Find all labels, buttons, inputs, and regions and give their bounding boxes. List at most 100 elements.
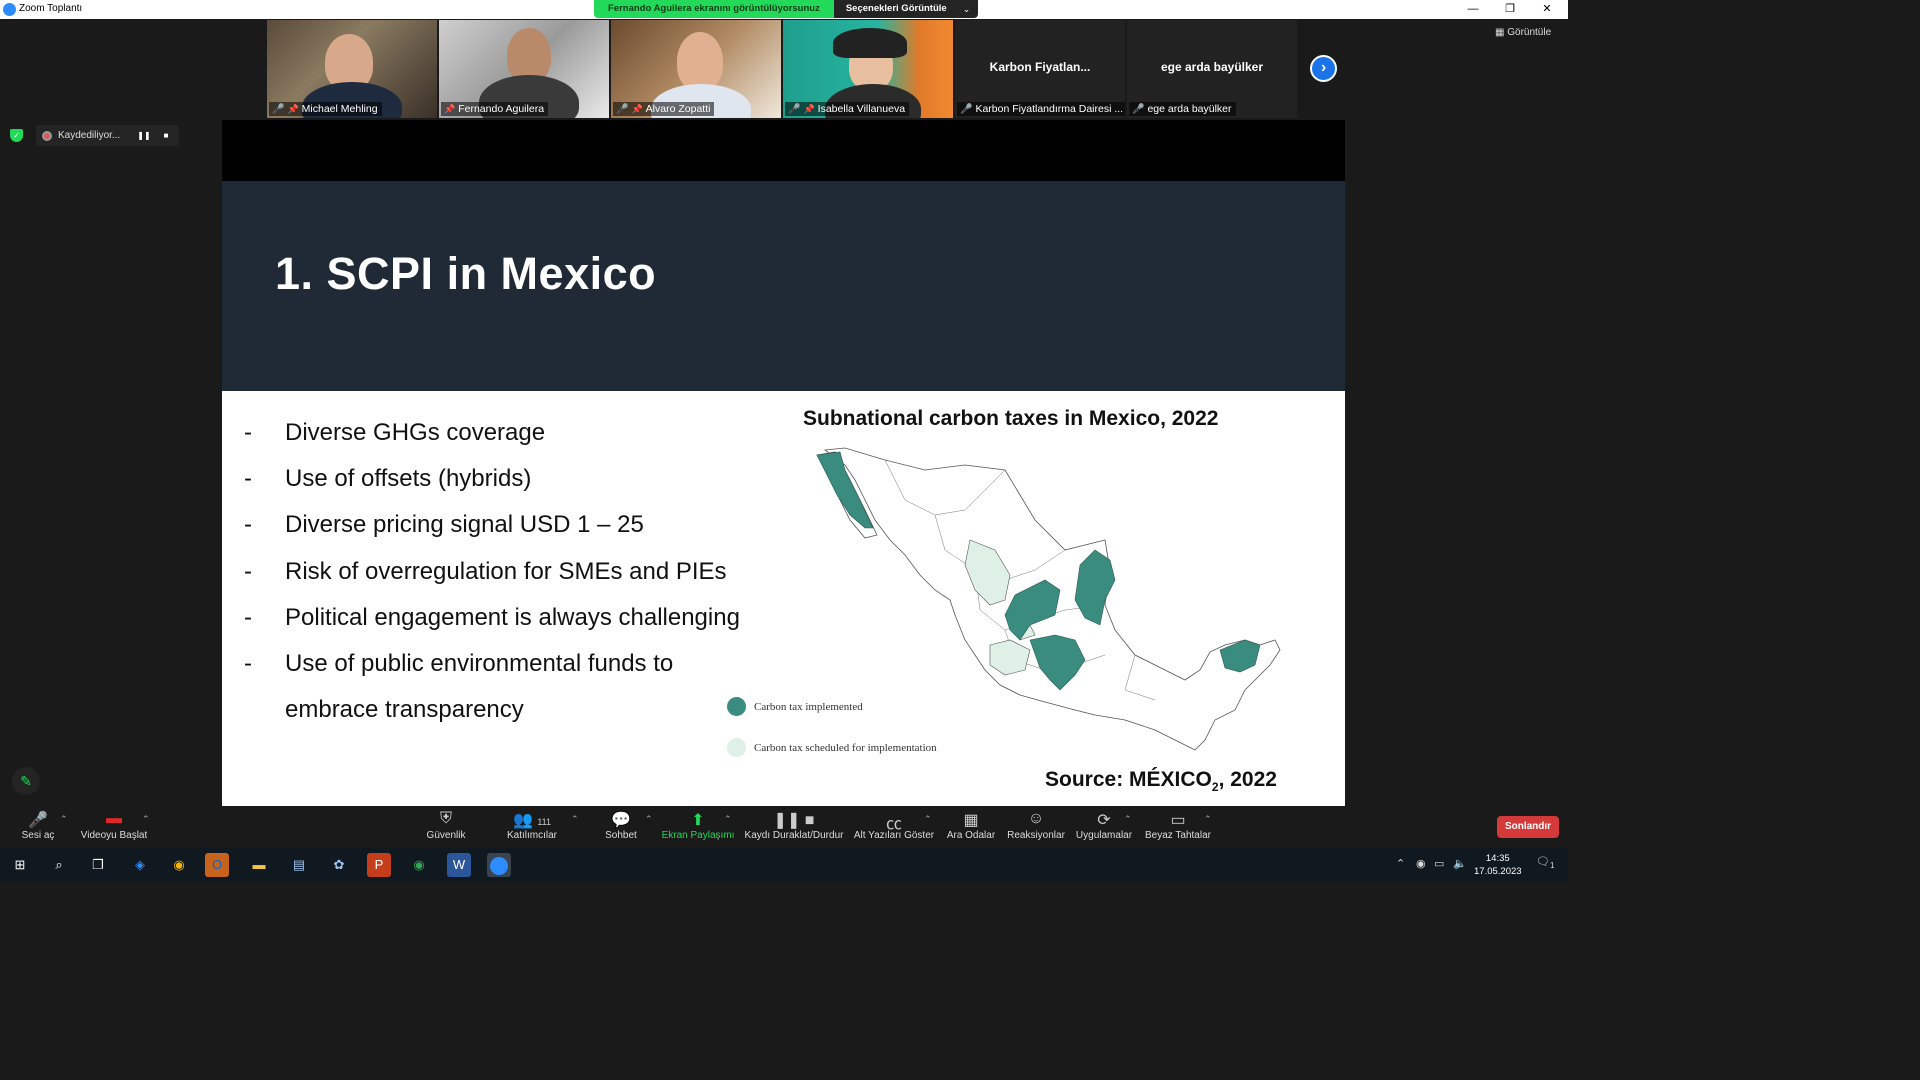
participant-tile-active-speaker[interactable]: 📌 Fernando Aguilera bbox=[439, 20, 609, 118]
participants-button[interactable]: 👥 111 Katılımcılar bbox=[500, 810, 564, 841]
participant-name: Michael Mehling bbox=[301, 103, 378, 115]
list-item: - Diverse GHGs coverage bbox=[244, 410, 804, 456]
chevron-up-icon[interactable]: ⌃ bbox=[571, 814, 579, 825]
chat-icon: 💬 bbox=[611, 812, 631, 829]
security-button[interactable]: ⛨ Güvenlik bbox=[422, 810, 470, 841]
unmute-button[interactable]: 🎤 Sesi aç bbox=[18, 810, 58, 841]
mic-off-icon: 🎤 bbox=[272, 103, 285, 115]
meeting-toolbar: 🎤 Sesi aç ⌃ ▬ Videoyu Başlat ⌃ ⛨ Güvenlik 👥… bbox=[0, 806, 1568, 848]
zoom-logo-icon bbox=[3, 3, 16, 16]
chat-button[interactable]: 💬 Sohbet bbox=[598, 810, 644, 841]
participant-display-name: ege arda bayülker bbox=[1160, 60, 1264, 74]
source-suffix: , 2022 bbox=[1218, 768, 1277, 791]
record-label: Kaydı Duraklat/Durdur bbox=[744, 830, 844, 841]
shield-icon: ⛨ bbox=[439, 810, 452, 827]
task-view-icon[interactable]: ❐ bbox=[86, 853, 110, 877]
legend-item: Carbon tax implemented bbox=[727, 697, 863, 716]
app-icon[interactable]: ✿ bbox=[327, 853, 351, 877]
close-button[interactable]: ✕ bbox=[1529, 1, 1565, 17]
network-icon[interactable]: ▭ bbox=[1434, 857, 1444, 870]
chevron-up-icon[interactable]: ⌃ bbox=[142, 814, 150, 825]
legend-item: Carbon tax scheduled for implementation bbox=[727, 738, 937, 757]
participant-face bbox=[507, 28, 551, 82]
word-icon[interactable]: W bbox=[447, 853, 471, 877]
search-icon[interactable]: ⌕ bbox=[47, 853, 71, 877]
file-explorer-icon[interactable]: ▬ bbox=[247, 853, 271, 877]
participant-tile[interactable]: 🎤 📌 Alvaro Zopatti bbox=[611, 20, 781, 118]
mic-off-icon: 🎤 bbox=[28, 812, 48, 829]
participant-name: Fernando Aguilera bbox=[458, 103, 545, 115]
start-video-button[interactable]: ▬ Videoyu Başlat bbox=[78, 810, 150, 841]
record-dot-icon bbox=[42, 130, 52, 141]
participants-count: 111 bbox=[537, 817, 552, 827]
chevron-up-icon[interactable]: ⌃ bbox=[1124, 814, 1132, 825]
participant-tile[interactable]: Karbon Fiyatlan... 🎤 Karbon Fiyatlandırma… bbox=[955, 20, 1125, 118]
bullet-text: Use of public environmental funds to bbox=[285, 650, 674, 678]
restore-button[interactable]: ❐ bbox=[1492, 1, 1528, 17]
bullet-dash: - bbox=[244, 419, 252, 447]
list-item: - Risk of overregulation for SMEs and PIE… bbox=[244, 549, 804, 595]
participant-tile[interactable]: 🎤 📌 Michael Mehling bbox=[267, 20, 437, 118]
bullet-dash: - bbox=[244, 603, 252, 631]
pause-recording-button[interactable]: ❚❚ bbox=[136, 131, 152, 140]
bullet-dash: - bbox=[244, 650, 252, 678]
legend-label: Carbon tax implemented bbox=[754, 700, 863, 713]
legend-swatch bbox=[727, 697, 746, 716]
notification-count: 1 bbox=[1549, 861, 1555, 871]
notepad-icon[interactable]: ▤ bbox=[287, 853, 311, 877]
app-icon[interactable]: ◈ bbox=[128, 853, 152, 877]
list-item: - Use of public environmental funds to bbox=[244, 641, 804, 687]
mic-off-icon: 🎤 bbox=[616, 103, 629, 115]
participant-name: Karbon Fiyatlandırma Dairesi ... bbox=[975, 103, 1124, 115]
zoom-taskbar-icon[interactable] bbox=[487, 853, 511, 877]
windows-start-icon[interactable]: ⊞ bbox=[8, 853, 32, 877]
bullet-dash: - bbox=[244, 511, 252, 539]
taskbar-clock[interactable]: 14:35 17.05.2023 bbox=[1474, 852, 1522, 878]
chevron-up-icon[interactable]: ⌃ bbox=[924, 814, 932, 825]
slide-top-bar bbox=[222, 120, 1345, 181]
view-button[interactable]: ▦ Görüntüle bbox=[1495, 27, 1551, 38]
chevron-up-icon[interactable]: ⌃ bbox=[1204, 814, 1212, 825]
whiteboards-label: Beyaz Tahtalar bbox=[1145, 830, 1211, 841]
end-meeting-button[interactable]: Sonlandır bbox=[1497, 816, 1559, 838]
pause-stop-recording-button[interactable]: ❚❚ ■ Kaydı Duraklat/Durdur bbox=[742, 810, 846, 841]
captions-label: Alt Yazıları Göster bbox=[853, 830, 935, 841]
participant-hair bbox=[833, 28, 907, 58]
gallery-next-button[interactable]: › bbox=[1310, 55, 1337, 82]
powerpoint-icon[interactable]: P bbox=[367, 853, 391, 877]
chrome-icon[interactable]: ◉ bbox=[167, 853, 191, 877]
breakout-rooms-icon: ▦ bbox=[963, 812, 979, 829]
chevron-down-icon[interactable]: ⌄ bbox=[954, 0, 979, 18]
stop-recording-button[interactable]: ■ bbox=[158, 131, 174, 140]
bullet-text: Use of offsets (hybrids) bbox=[285, 465, 532, 493]
security-shield-icon[interactable]: ✓ bbox=[10, 129, 23, 142]
source-subscript: 2 bbox=[1211, 780, 1219, 795]
chevron-up-icon[interactable]: ⌃ bbox=[724, 814, 732, 825]
breakout-rooms-button[interactable]: ▦ Ara Odalar bbox=[944, 810, 998, 841]
chevron-up-icon[interactable]: ⌃ bbox=[60, 814, 68, 825]
bullet-text: Diverse GHGs coverage bbox=[285, 419, 546, 447]
volume-icon[interactable]: 🔈 bbox=[1453, 857, 1467, 870]
chevron-up-icon[interactable]: ⌃ bbox=[645, 814, 653, 825]
breakout-label: Ara Odalar bbox=[946, 830, 996, 841]
outlook-icon[interactable]: O bbox=[205, 853, 229, 877]
list-item: - Diverse pricing signal USD 1 – 25 bbox=[244, 502, 804, 548]
window-title: Zoom Toplantı bbox=[19, 3, 83, 14]
participant-tile[interactable]: ege arda bayülker 🎤 ege arda bayülker bbox=[1127, 20, 1297, 118]
tray-chevron-up-icon[interactable]: ⌃ bbox=[1396, 857, 1405, 870]
view-options-button[interactable]: Seçenekleri Görüntüle bbox=[833, 0, 955, 18]
video-off-icon: ▬ bbox=[106, 810, 122, 827]
reactions-button[interactable]: ☺ Reaksiyonlar bbox=[1006, 810, 1066, 841]
security-label: Güvenlik bbox=[426, 830, 466, 841]
record-tray-icon[interactable]: ◉ bbox=[1416, 857, 1426, 870]
annotate-pen-icon[interactable]: ✎ bbox=[12, 767, 40, 795]
map-title: Subnational carbon taxes in Mexico, 2022 bbox=[803, 407, 1219, 430]
clock-time: 14:35 bbox=[1485, 853, 1510, 864]
participant-name: ege arda bayülker bbox=[1147, 103, 1232, 115]
notification-icon[interactable]: 🗨1 bbox=[1536, 855, 1554, 870]
chat-label: Sohbet bbox=[605, 830, 637, 841]
mexico-map bbox=[816, 447, 1281, 751]
participant-tile[interactable]: 🎤 📌 Isabella Villanueva bbox=[783, 20, 953, 118]
minimize-button[interactable]: — bbox=[1455, 1, 1491, 17]
chrome-icon[interactable]: ◉ bbox=[407, 853, 431, 877]
